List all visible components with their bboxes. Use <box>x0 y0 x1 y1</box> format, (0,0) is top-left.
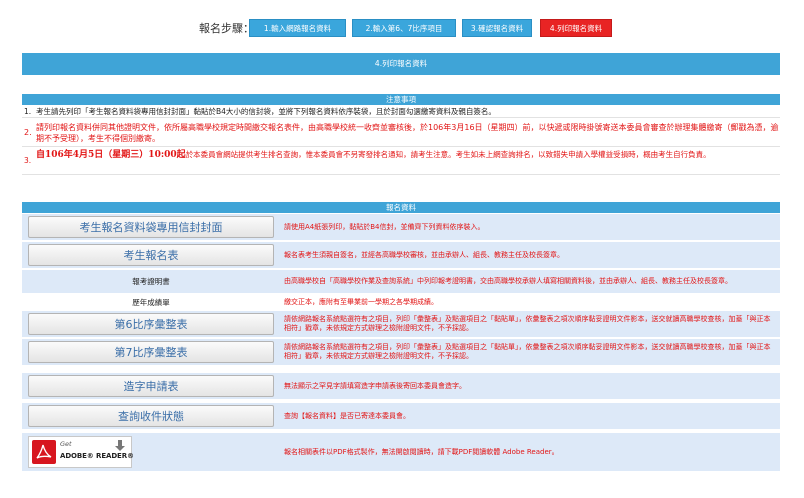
note-highlight-date: 自106年4月5日（星期三）10:00起 <box>36 150 186 160</box>
steps-label: 報名步驟： <box>199 22 254 35</box>
note-text: 請列印報名資料併同其他證明文件，依所屬高職學校規定時間繳交報名表件，由高職學校統… <box>36 123 779 143</box>
application-form-button[interactable]: 考生報名表 <box>28 244 274 266</box>
note-text: 於本委員會網站提供考生排名查詢，惟本委員會不另寄發排名通知，請考生注意。考生如未… <box>185 150 711 159</box>
note-number: 2. <box>24 128 32 137</box>
step-3-button[interactable]: 3.確認報名資料 <box>462 19 532 37</box>
notes-section: 注意事項 1. 考生請先列印「考生報名資料袋專用信封封面」黏貼於B4大小的信封袋… <box>22 94 780 175</box>
form-row: 歷年成績單 繳交正本，應附有至畢業前一學期之各學期成績。 <box>22 295 780 309</box>
adobe-reader-label: ADOBE® READER® <box>60 452 134 460</box>
receipt-status-button[interactable]: 查詢收件狀態 <box>28 405 274 427</box>
note-item: 2. 請列印報名資料併同其他證明文件，依所屬高職學校規定時間繳交報名表件，由高職… <box>22 118 780 147</box>
adobe-pdf-icon <box>32 440 56 464</box>
form-title-bar: 報名資料 <box>22 202 780 213</box>
form-row: 第7比序彙整表 請依網路報名系統點選符有之項目，列印「彙整表」及點選項目之「黏貼… <box>22 339 780 365</box>
note-number: 1. <box>24 107 32 116</box>
character-request-button[interactable]: 造字申請表 <box>28 375 274 397</box>
row-description: 繳交正本，應附有至畢業前一學期之各學期成績。 <box>284 297 438 306</box>
note-number: 3. <box>24 156 32 165</box>
transcript-label: 歷年成績單 <box>132 297 170 307</box>
certificate-label: 報考證明書 <box>132 277 170 286</box>
form-row: 第6比序彙整表 請依網路報名系統點選符有之項目，列印「彙整表」及點選項目之「黏貼… <box>22 311 780 337</box>
download-arrow-icon <box>113 439 127 453</box>
row-description: 請依網路報名系統點選符有之項目，列印「彙整表」及點選項目之「黏貼單」，依彙整表之… <box>284 343 771 360</box>
page-frame: 報名步驟： 1.輸入網路報名資料 2.輸入第6、7比序項目 3.確認報名資料 4… <box>22 6 780 492</box>
registration-steps: 報名步驟： 1.輸入網路報名資料 2.輸入第6、7比序項目 3.確認報名資料 4… <box>22 19 780 37</box>
note-text: 考生請先列印「考生報名資料袋專用信封封面」黏貼於B4大小的信封袋，並將下列報名資… <box>36 107 496 116</box>
form-row: 造字申請表 無法顯示之罕見字請填寫造字申請表後寄回本委員會造字。 <box>22 373 780 399</box>
form-row: 考生報名表 報名表考生須親自簽名，並經各高職學校審核，並由承辦人、組長、教務主任… <box>22 242 780 268</box>
form-row: 查詢收件狀態 查詢【報名資料】是否已寄達本委員會。 <box>22 403 780 429</box>
adobe-reader-download-button[interactable]: Get ADOBE® READER® <box>28 436 134 468</box>
row-description: 報名相關表件以PDF格式製作，無法開啟閱讀時，請下載PDF閱讀軟體 Adobe … <box>284 447 559 456</box>
envelope-cover-button[interactable]: 考生報名資料袋專用信封封面 <box>28 216 274 238</box>
form-row: 考生報名資料袋專用信封封面 請使用A4紙張列印，黏貼於B4信封，並備齊下列資料依… <box>22 214 780 240</box>
main-title-bar: 4.列印報名資料 <box>22 53 780 75</box>
step-1-button[interactable]: 1.輸入網路報名資料 <box>249 19 346 37</box>
form-row: 報考證明書 由高職學校自「高職學校作業及查詢系統」中列印報考證明書，交由高職學校… <box>22 270 780 293</box>
note-item: 1. 考生請先列印「考生報名資料袋專用信封封面」黏貼於B4大小的信封袋，並將下列… <box>22 105 780 118</box>
row-description: 請依網路報名系統點選符有之項目，列印「彙整表」及點選項目之「黏貼單」，依彙整表之… <box>284 315 771 332</box>
row-description: 報名表考生須親自簽名，並經各高職學校審核，並由承辦人、組長、教務主任及校長簽章。 <box>284 250 564 259</box>
item6-summary-button[interactable]: 第6比序彙整表 <box>28 313 274 335</box>
row-description: 請使用A4紙張列印，黏貼於B4信封，並備齊下列資料依序裝入。 <box>284 222 485 231</box>
step-2-button[interactable]: 2.輸入第6、7比序項目 <box>352 19 456 37</box>
note-item: 3. 自106年4月5日（星期三）10:00起於本委員會網站提供考生排名查詢，惟… <box>22 147 780 175</box>
row-description: 查詢【報名資料】是否已寄達本委員會。 <box>284 411 410 420</box>
item7-summary-button[interactable]: 第7比序彙整表 <box>28 341 274 363</box>
notes-title: 注意事項 <box>22 94 780 105</box>
row-description: 由高職學校自「高職學校作業及查詢系統」中列印報考證明書，交由高職學校承辦人填寫相… <box>284 277 732 285</box>
step-4-button[interactable]: 4.列印報名資料 <box>540 19 612 37</box>
row-description: 無法顯示之罕見字請填寫造字申請表後寄回本委員會造字。 <box>284 381 466 390</box>
adobe-get-label: Get <box>60 440 72 448</box>
form-row: Get ADOBE® READER® 報名相關表件以PDF格式製作，無法開啟閱讀… <box>22 433 780 471</box>
